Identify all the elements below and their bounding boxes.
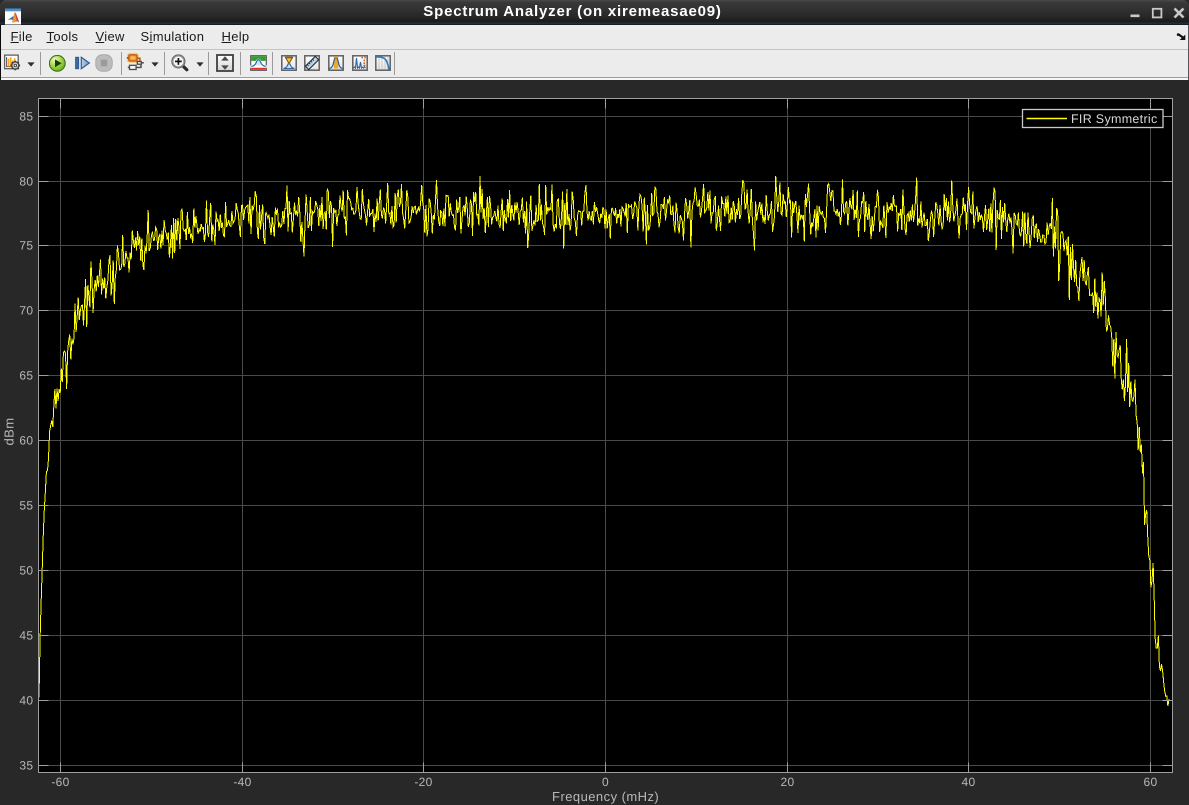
svg-text:0: 0 xyxy=(602,775,609,789)
svg-text:-20: -20 xyxy=(414,775,432,789)
svg-text:40: 40 xyxy=(19,694,33,708)
svg-text:80: 80 xyxy=(19,175,33,189)
svg-text:-40: -40 xyxy=(233,775,251,789)
svg-text:40: 40 xyxy=(962,775,976,789)
svg-text:Frequency (mHz): Frequency (mHz) xyxy=(552,789,659,804)
svg-text:dBm: dBm xyxy=(2,417,17,445)
svg-text:70: 70 xyxy=(19,304,33,318)
svg-text:20: 20 xyxy=(781,775,795,789)
svg-text:55: 55 xyxy=(19,499,33,513)
svg-text:85: 85 xyxy=(19,110,33,124)
svg-text:60: 60 xyxy=(19,434,33,448)
svg-text:35: 35 xyxy=(19,759,33,773)
svg-text:75: 75 xyxy=(19,239,33,253)
svg-text:-60: -60 xyxy=(51,775,69,789)
svg-text:FIR Symmetric: FIR Symmetric xyxy=(1071,112,1158,126)
svg-text:45: 45 xyxy=(19,629,33,643)
svg-text:65: 65 xyxy=(19,369,33,383)
svg-text:50: 50 xyxy=(19,564,33,578)
svg-text:60: 60 xyxy=(1144,775,1158,789)
